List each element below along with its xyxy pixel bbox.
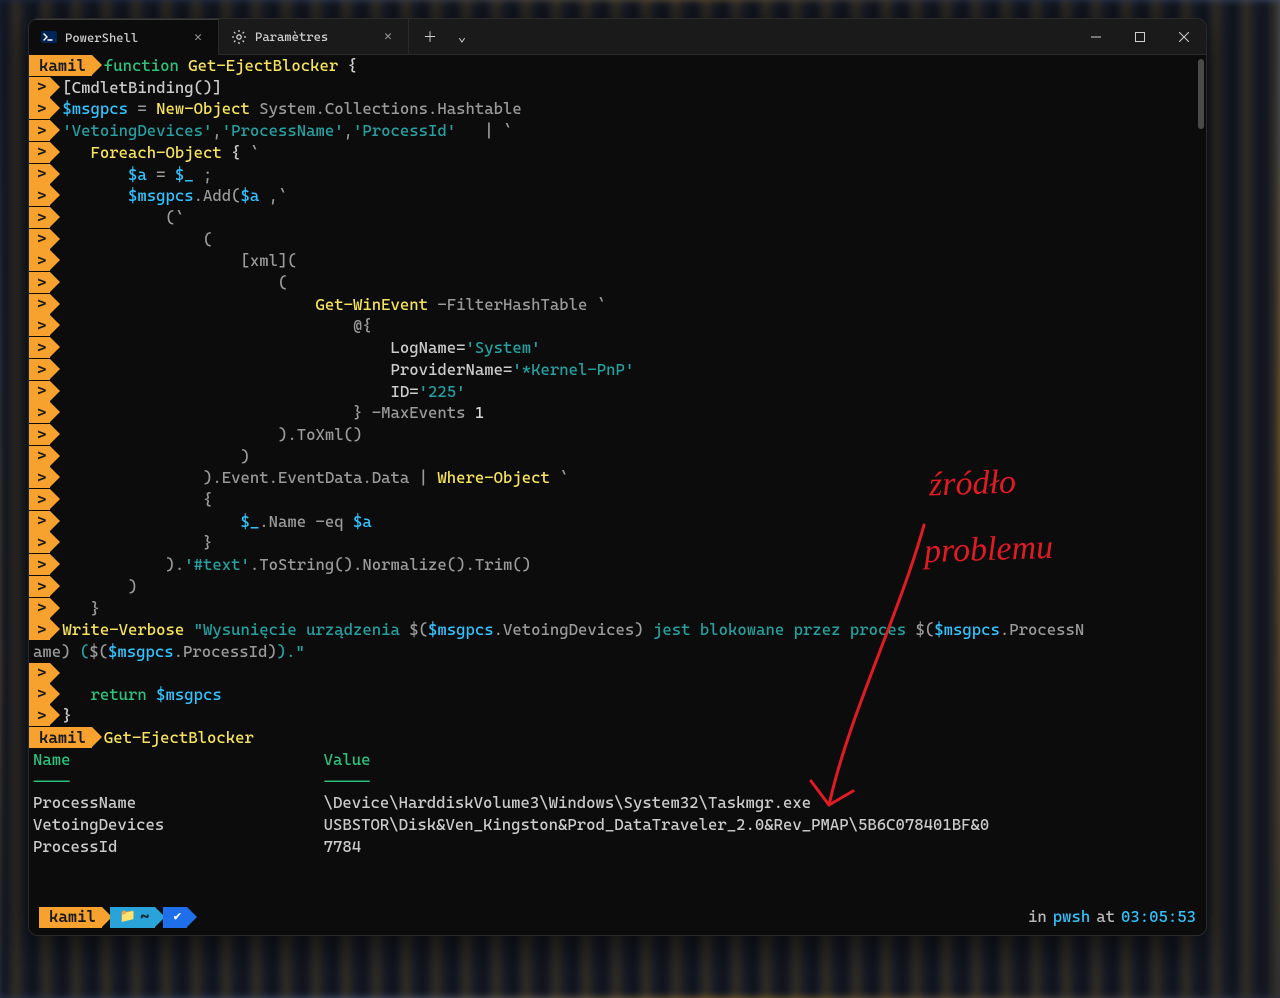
terminal-line: > { [29, 489, 1196, 511]
prompt-status-chip: ✔ [163, 907, 187, 928]
terminal-line: > ( [29, 272, 1196, 294]
terminal-line: ---- ----- [29, 771, 1196, 793]
check-icon: ✔ [173, 906, 181, 928]
terminal-content: kamilfunction Get-EjectBlocker {>[Cmdlet… [29, 55, 1206, 935]
tab-label: PowerShell [65, 30, 138, 45]
close-icon[interactable]: ✕ [380, 27, 396, 46]
terminal-line: > ProviderName='*Kernel-PnP' [29, 359, 1196, 381]
tab-label: Paramètres [255, 29, 328, 44]
terminal-line: kamilGet-EjectBlocker [29, 727, 1196, 749]
maximize-button[interactable] [1118, 19, 1162, 55]
status-folder: ~ [140, 906, 149, 928]
prompt-user-chip: kamil [39, 907, 102, 928]
powershell-icon [41, 29, 57, 45]
terminal-line: > [29, 663, 1196, 684]
terminal-line: >'VetoingDevices','ProcessName','Process… [29, 120, 1196, 142]
folder-icon: 📁 [120, 906, 136, 928]
terminal-line: > ) [29, 576, 1196, 598]
scrollbar-thumb[interactable] [1198, 59, 1204, 129]
window-controls [1074, 19, 1206, 55]
terminal-viewport[interactable]: kamilfunction Get-EjectBlocker {>[Cmdlet… [29, 55, 1206, 935]
terminal-line: VetoingDevices USBSTOR\Disk&Ven_Kingston… [29, 814, 1196, 836]
minimize-button[interactable] [1074, 19, 1118, 55]
status-user: kamil [49, 906, 96, 928]
terminal-line: > LogName='System' [29, 337, 1196, 359]
terminal-line: ProcessId 7784 [29, 836, 1196, 858]
terminal-line: > $msgpcs.Add($a ,` [29, 185, 1196, 207]
status-time: 03:05:53 [1121, 906, 1196, 928]
terminal-line: > } [29, 598, 1196, 620]
terminal-line: ame) ($($msgpcs.ProcessId))." [29, 641, 1196, 663]
terminal-line: kamilfunction Get-EjectBlocker { [29, 55, 1196, 77]
terminal-line: > $_.Name -eq $a [29, 511, 1196, 533]
prompt-path-chip: 📁 ~ [110, 907, 156, 928]
tab-actions: ＋ ⌄ [409, 23, 477, 51]
terminal-line: >$msgpcs = New-Object System.Collections… [29, 98, 1196, 120]
terminal-line: > ).'#text'.ToString().Normalize().Trim(… [29, 554, 1196, 576]
status-bar: kamil 📁 ~ ✔ in pwsh at 03:05:53 [29, 905, 1206, 929]
terminal-line: >[CmdletBinding()] [29, 77, 1196, 99]
terminal-line: > ) [29, 446, 1196, 468]
tab-powershell[interactable]: PowerShell ✕ [29, 19, 219, 55]
terminal-line: > Foreach-Object { ` [29, 142, 1196, 164]
new-tab-button[interactable]: ＋ [415, 23, 445, 51]
terminal-line: > (` [29, 207, 1196, 229]
terminal-line: > [xml]( [29, 250, 1196, 272]
close-icon[interactable]: ✕ [190, 28, 206, 47]
terminal-window: PowerShell ✕ Paramètres ✕ ＋ ⌄ [28, 18, 1207, 936]
terminal-line: > $a = $_ ; [29, 164, 1196, 186]
terminal-line: > ).Event.EventData.Data | Where-Object … [29, 467, 1196, 489]
terminal-line: Name Value [29, 749, 1196, 771]
chevron-down-icon: ⌄ [458, 29, 466, 45]
terminal-line: > Get-WinEvent -FilterHashTable ` [29, 294, 1196, 316]
terminal-line: > ( [29, 229, 1196, 251]
titlebar: PowerShell ✕ Paramètres ✕ ＋ ⌄ [29, 19, 1206, 55]
terminal-line: > return $msgpcs [29, 684, 1196, 706]
terminal-line: ProcessName \Device\HarddiskVolume3\Wind… [29, 792, 1196, 814]
status-right: in pwsh at 03:05:53 [1028, 906, 1196, 928]
terminal-line: > } [29, 532, 1196, 554]
gear-icon [231, 29, 247, 45]
terminal-line: > ID='225' [29, 381, 1196, 403]
status-in: in [1028, 906, 1047, 928]
tab-settings[interactable]: Paramètres ✕ [219, 19, 409, 55]
terminal-line: > @{ [29, 315, 1196, 337]
terminal-line: >Write-Verbose "Wysunięcie urządzenia $(… [29, 619, 1196, 641]
status-shell: pwsh [1053, 906, 1091, 928]
status-at: at [1096, 906, 1115, 928]
tab-dropdown-button[interactable]: ⌄ [447, 23, 477, 51]
terminal-line: >} [29, 705, 1196, 727]
terminal-line: > ).ToXml() [29, 424, 1196, 446]
close-window-button[interactable] [1162, 19, 1206, 55]
terminal-line: > } -MaxEvents 1 [29, 402, 1196, 424]
